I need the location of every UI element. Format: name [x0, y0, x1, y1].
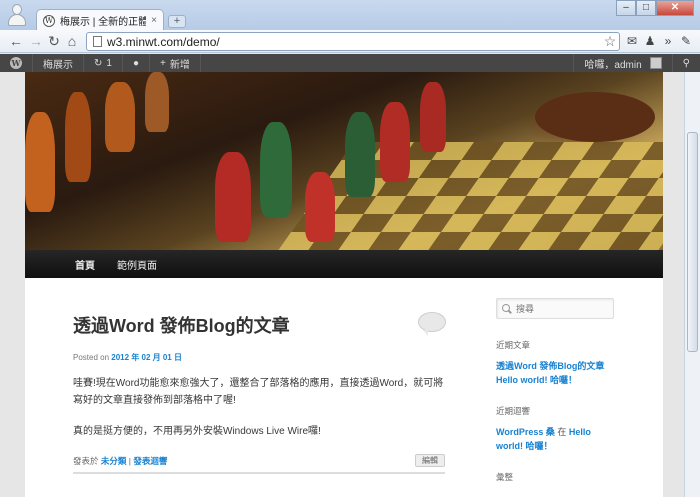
- avatar: [649, 57, 662, 69]
- profile-icon[interactable]: [8, 4, 26, 26]
- forward-arrow-icon[interactable]: →: [28, 33, 44, 49]
- post-paragraph: 真的是挺方便的，不用再另外安裝Windows Live Wire囉!: [73, 426, 321, 437]
- browser-titlebar: W 梅展示 | 全新的正體中文 W × + – □ ✕: [0, 0, 700, 31]
- chess-piece-graphic: [65, 92, 91, 182]
- post-title[interactable]: 透過Word 發佈Blog的文章: [73, 312, 445, 338]
- footer-prefix: 發表於: [73, 455, 99, 466]
- post-footer: 發表於 未分類 | 發表迴響 編輯: [73, 454, 445, 467]
- admin-new-content[interactable]: + 新增: [150, 54, 201, 72]
- admin-site-name[interactable]: 梅展示: [33, 54, 84, 72]
- back-arrow-icon[interactable]: ←: [8, 33, 24, 49]
- chess-piece-graphic: [25, 112, 55, 212]
- maximize-button[interactable]: □: [636, 0, 656, 16]
- comment-on-label: 在: [557, 427, 567, 437]
- post-divider: [73, 472, 445, 474]
- wordpress-logo-icon: W: [10, 57, 22, 69]
- new-tab-button[interactable]: +: [168, 15, 186, 28]
- page-icon: [93, 36, 102, 47]
- greeting-label: 哈囉，admin: [584, 59, 642, 71]
- recent-comments-widget: 近期迴響 WordPress 桑 在 Hello world! 哈囉！: [496, 405, 616, 453]
- close-window-button[interactable]: ✕: [656, 0, 694, 16]
- browser-tab[interactable]: W 梅展示 | 全新的正體中文 W ×: [36, 9, 164, 31]
- chess-piece-graphic: [105, 82, 135, 152]
- new-label: 新增: [169, 59, 190, 71]
- admin-search[interactable]: ⚲: [671, 54, 700, 72]
- chess-piece-graphic: [420, 82, 446, 152]
- updates-count: 1: [106, 57, 112, 69]
- post-meta: Posted on 2012 年 02 月 01 日: [73, 352, 445, 363]
- recent-posts-widget: 近期文章 透過Word 發佈Blog的文章 Hello world! 哈囉！: [496, 339, 616, 387]
- search-input[interactable]: [516, 303, 606, 314]
- footer-separator: |: [128, 455, 131, 466]
- leave-comment-link[interactable]: 發表迴響: [133, 455, 167, 467]
- sidebar: 近期文章 透過Word 發佈Blog的文章 Hello world! 哈囉！ 近…: [496, 298, 616, 497]
- widget-title: 近期迴響: [496, 406, 531, 416]
- wp-logo-menu[interactable]: W: [0, 54, 33, 72]
- more-extensions-icon[interactable]: »: [660, 33, 676, 49]
- archives-widget: 彙整: [496, 471, 616, 483]
- chess-piece-graphic: [380, 102, 410, 182]
- posted-on-label: Posted on: [73, 353, 110, 362]
- minimize-button[interactable]: –: [616, 0, 636, 16]
- url-text: w3.minwt.com/demo/: [107, 34, 220, 49]
- header-image[interactable]: [25, 72, 663, 250]
- chess-piece-graphic: [345, 112, 375, 197]
- category-link[interactable]: 未分類: [101, 455, 127, 467]
- chess-piece-graphic: [305, 172, 335, 242]
- reload-icon[interactable]: ↻: [46, 33, 62, 49]
- comment-author-link[interactable]: WordPress 桑: [496, 427, 555, 437]
- wrench-menu-icon[interactable]: ✎: [678, 33, 694, 49]
- bowl-graphic: [535, 92, 655, 142]
- search-field[interactable]: [496, 298, 614, 319]
- tab-close-icon[interactable]: ×: [151, 15, 157, 26]
- mail-extension-icon[interactable]: ✉: [624, 33, 640, 49]
- window-controls: – □ ✕: [616, 0, 694, 16]
- recent-post-link[interactable]: 透過Word 發佈Blog的文章: [496, 359, 616, 373]
- plus-icon: +: [160, 57, 166, 69]
- recent-post-link[interactable]: Hello world! 哈囉！: [496, 373, 616, 387]
- search-icon: ⚲: [682, 57, 690, 69]
- post-article: 透過Word 發佈Blog的文章 Posted on 2012 年 02 月 0…: [73, 312, 445, 467]
- site-name-label: 梅展示: [43, 59, 73, 71]
- main-navigation: 首頁 範例頁面: [25, 250, 663, 278]
- tab-title: 梅展示 | 全新的正體中文 W: [60, 17, 147, 28]
- wp-admin-bar: W 梅展示 ↻ 1 ● + 新增 哈囉，admin ⚲: [0, 54, 700, 72]
- admin-updates[interactable]: ↻ 1: [84, 54, 123, 72]
- page-scrollbar[interactable]: [684, 72, 700, 497]
- chess-piece-graphic: [215, 152, 251, 242]
- admin-comments[interactable]: ●: [123, 54, 150, 72]
- extension-icon[interactable]: ♟: [642, 33, 658, 49]
- tab-favicon-icon: W: [43, 14, 55, 27]
- nav-home[interactable]: 首頁: [75, 257, 95, 272]
- chess-piece-graphic: [145, 72, 169, 132]
- post-date-link[interactable]: 2012 年 02 月 01 日: [111, 353, 182, 362]
- comments-icon: ●: [132, 57, 139, 69]
- widget-title: 近期文章: [496, 340, 531, 350]
- comment-bubble-icon[interactable]: [418, 312, 446, 336]
- nav-sample-page[interactable]: 範例頁面: [117, 257, 157, 272]
- widget-title: 彙整: [496, 472, 514, 482]
- scrollbar-thumb[interactable]: [687, 132, 698, 352]
- browser-toolbar: ← → ↻ ⌂ w3.minwt.com/demo/ ☆ ✉ ♟ » ✎: [0, 30, 700, 53]
- recent-comment-item: WordPress 桑 在 Hello world! 哈囉！: [496, 425, 616, 453]
- chess-piece-graphic: [260, 122, 292, 217]
- search-icon: [502, 303, 512, 314]
- home-icon[interactable]: ⌂: [64, 33, 80, 49]
- post-paragraph: 哇賽!現在Word功能愈來愈強大了，還整合了部落格的應用，直接透過Word，就可…: [73, 378, 444, 406]
- admin-account-menu[interactable]: 哈囉，admin: [573, 54, 671, 72]
- bookmark-star-icon[interactable]: ☆: [601, 33, 619, 50]
- edit-button[interactable]: 編輯: [415, 454, 445, 467]
- updates-icon: ↻: [94, 57, 103, 69]
- address-bar[interactable]: w3.minwt.com/demo/ ☆: [86, 32, 620, 51]
